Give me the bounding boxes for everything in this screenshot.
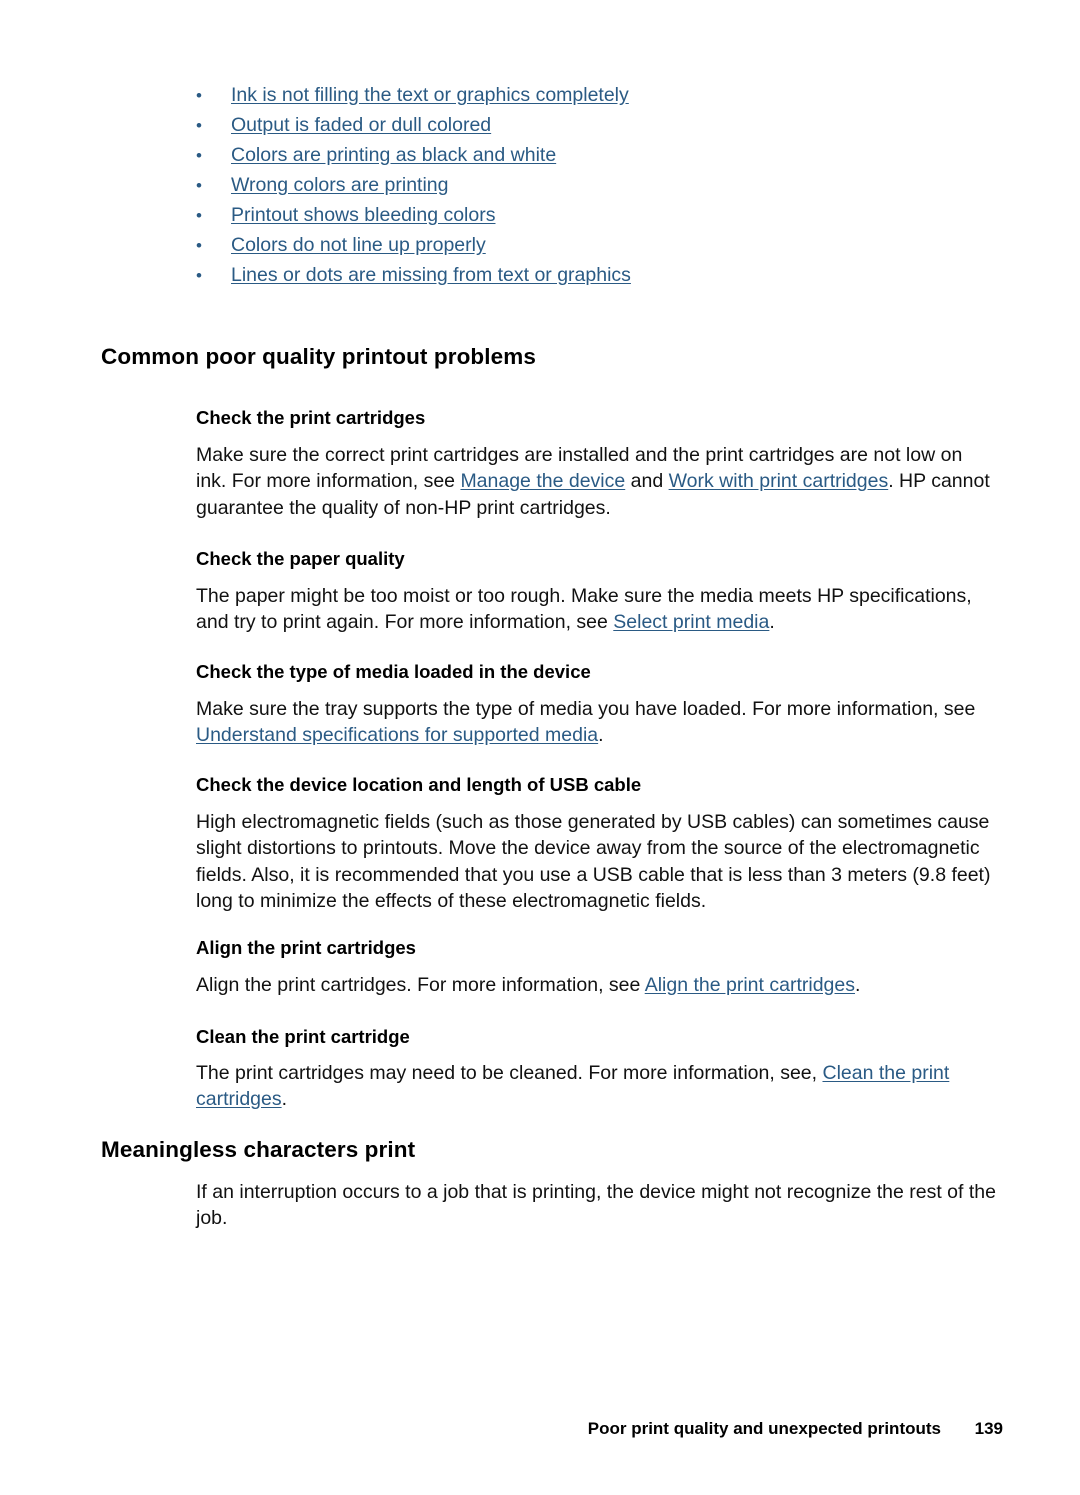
- section-heading-meaningless-characters: Meaningless characters print: [101, 1137, 416, 1163]
- inline-link-understand-specifications[interactable]: Understand specifications for supported …: [196, 724, 598, 746]
- list-item: • Lines or dots are missing from text or…: [196, 264, 996, 287]
- document-page: • Ink is not filling the text or graphic…: [0, 0, 1080, 1495]
- subheading-clean-print-cartridge: Clean the print cartridge: [196, 1026, 410, 1048]
- bullet-icon: •: [196, 206, 202, 225]
- topic-link-colors-black-and-white[interactable]: Colors are printing as black and white: [231, 144, 556, 166]
- inline-link-align-the-print-cartridges[interactable]: Align the print cartridges: [645, 974, 855, 996]
- list-item: • Printout shows bleeding colors: [196, 204, 996, 227]
- footer-title: Poor print quality and unexpected printo…: [587, 1419, 941, 1438]
- bullet-icon: •: [196, 86, 202, 105]
- topic-link-ink-not-filling[interactable]: Ink is not filling the text or graphics …: [231, 84, 629, 106]
- list-item: • Output is faded or dull colored: [196, 114, 996, 137]
- paragraph-text: The paper might be too moist or too roug…: [196, 584, 972, 634]
- subheading-check-paper-quality: Check the paper quality: [196, 548, 405, 570]
- subheading-check-print-cartridges: Check the print cartridges: [196, 407, 426, 429]
- bullet-icon: •: [196, 146, 202, 165]
- subheading-check-usb-cable: Check the device location and length of …: [196, 774, 642, 796]
- paragraph-clean-print-cartridge: The print cartridges may need to be clea…: [196, 1060, 996, 1113]
- topic-link-lines-dots-missing[interactable]: Lines or dots are missing from text or g…: [231, 264, 631, 286]
- topic-link-wrong-colors[interactable]: Wrong colors are printing: [231, 174, 449, 196]
- topic-link-bleeding-colors[interactable]: Printout shows bleeding colors: [231, 204, 495, 226]
- subheading-align-print-cartridges: Align the print cartridges: [196, 937, 416, 959]
- paragraph-check-print-cartridges: Make sure the correct print cartridges a…: [196, 442, 996, 522]
- bullet-icon: •: [196, 236, 202, 255]
- topic-link-output-faded[interactable]: Output is faded or dull colored: [231, 114, 491, 136]
- topic-link-colors-not-aligned[interactable]: Colors do not line up properly: [231, 234, 486, 256]
- inline-link-select-print-media[interactable]: Select print media: [613, 611, 769, 633]
- topic-link-list: • Ink is not filling the text or graphic…: [196, 84, 996, 294]
- paragraph-text: .: [598, 724, 604, 746]
- paragraph-text: .: [281, 1088, 288, 1110]
- list-item: • Colors do not line up properly: [196, 234, 996, 257]
- inline-link-manage-the-device[interactable]: Manage the device: [460, 470, 625, 492]
- paragraph-text: Align the print cartridges. For more inf…: [196, 973, 645, 996]
- subheading-check-media-type: Check the type of media loaded in the de…: [196, 661, 591, 683]
- bullet-icon: •: [196, 116, 202, 135]
- bullet-icon: •: [196, 266, 202, 285]
- paragraph-text: The print cartridges may need to be clea…: [196, 1061, 823, 1084]
- paragraph-check-media-type: Make sure the tray supports the type of …: [196, 696, 996, 749]
- paragraph-text: .: [854, 973, 861, 996]
- section-heading-common-problems: Common poor quality printout problems: [101, 344, 536, 370]
- paragraph-check-paper-quality: The paper might be too moist or too roug…: [196, 583, 996, 636]
- paragraph-meaningless-characters: If an interruption occurs to a job that …: [196, 1180, 996, 1230]
- paragraph-check-usb-cable: High electromagnetic fields (such as tho…: [196, 810, 991, 913]
- paragraph-align-print-cartridges: Align the print cartridges. For more inf…: [196, 972, 996, 999]
- list-item: • Colors are printing as black and white: [196, 144, 996, 167]
- footer-page-number: 139: [974, 1419, 1003, 1438]
- bullet-icon: •: [196, 176, 202, 195]
- paragraph-text: .: [769, 611, 775, 633]
- paragraph-text: and: [625, 470, 669, 492]
- list-item: • Wrong colors are printing: [196, 174, 996, 197]
- page-footer: Poor print quality and unexpected printo…: [0, 1419, 1003, 1439]
- inline-link-work-with-print-cartridges[interactable]: Work with print cartridges: [669, 470, 889, 492]
- list-item: • Ink is not filling the text or graphic…: [196, 84, 996, 107]
- paragraph-text: Make sure the tray supports the type of …: [196, 697, 976, 720]
